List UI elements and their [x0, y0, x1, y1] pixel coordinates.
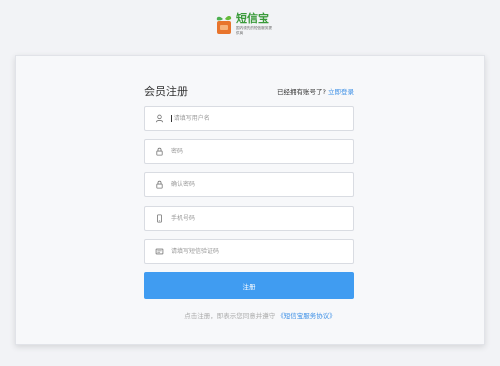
form-header: 会员注册 已经拥有账号了? 立即登录 — [144, 84, 354, 100]
user-icon — [149, 106, 169, 131]
agreement-notice: 点击注册，即表示您同意并遵守 《短信宝服务协议》 — [16, 312, 484, 321]
sms-code-icon — [149, 239, 169, 264]
register-panel: 会员注册 已经拥有账号了? 立即登录 注册 — [15, 55, 485, 345]
logo-title: 短信宝 — [236, 12, 269, 25]
login-hint: 已经拥有账号了? 立即登录 — [277, 88, 354, 97]
sms-code-field[interactable] — [144, 239, 354, 264]
agreement-text: 点击注册，即表示您同意并遵守 — [184, 312, 276, 320]
lock-icon — [149, 172, 169, 197]
username-input[interactable] — [171, 108, 353, 129]
login-question: 已经拥有账号了? — [276, 88, 326, 96]
confirm-password-field[interactable] — [144, 172, 354, 197]
logo-icon — [215, 14, 233, 36]
register-button[interactable]: 注册 — [144, 272, 354, 299]
logo-slogan: 国内领先的短信服务提供商 — [236, 26, 272, 35]
phone-input[interactable] — [169, 208, 353, 229]
lock-icon — [149, 139, 169, 164]
confirm-password-input[interactable] — [169, 174, 353, 195]
brand-logo: 短信宝 国内领先的短信服务提供商 — [215, 12, 275, 46]
phone-field[interactable] — [144, 206, 354, 231]
agreement-link[interactable]: 《短信宝服务协议》 — [277, 312, 336, 320]
password-input[interactable] — [169, 141, 353, 162]
password-field[interactable] — [144, 139, 354, 164]
username-field[interactable] — [144, 106, 354, 131]
phone-icon — [149, 206, 169, 231]
page-title: 会员注册 — [144, 85, 188, 98]
login-link[interactable]: 立即登录 — [328, 88, 354, 96]
sms-code-input[interactable] — [169, 241, 353, 262]
